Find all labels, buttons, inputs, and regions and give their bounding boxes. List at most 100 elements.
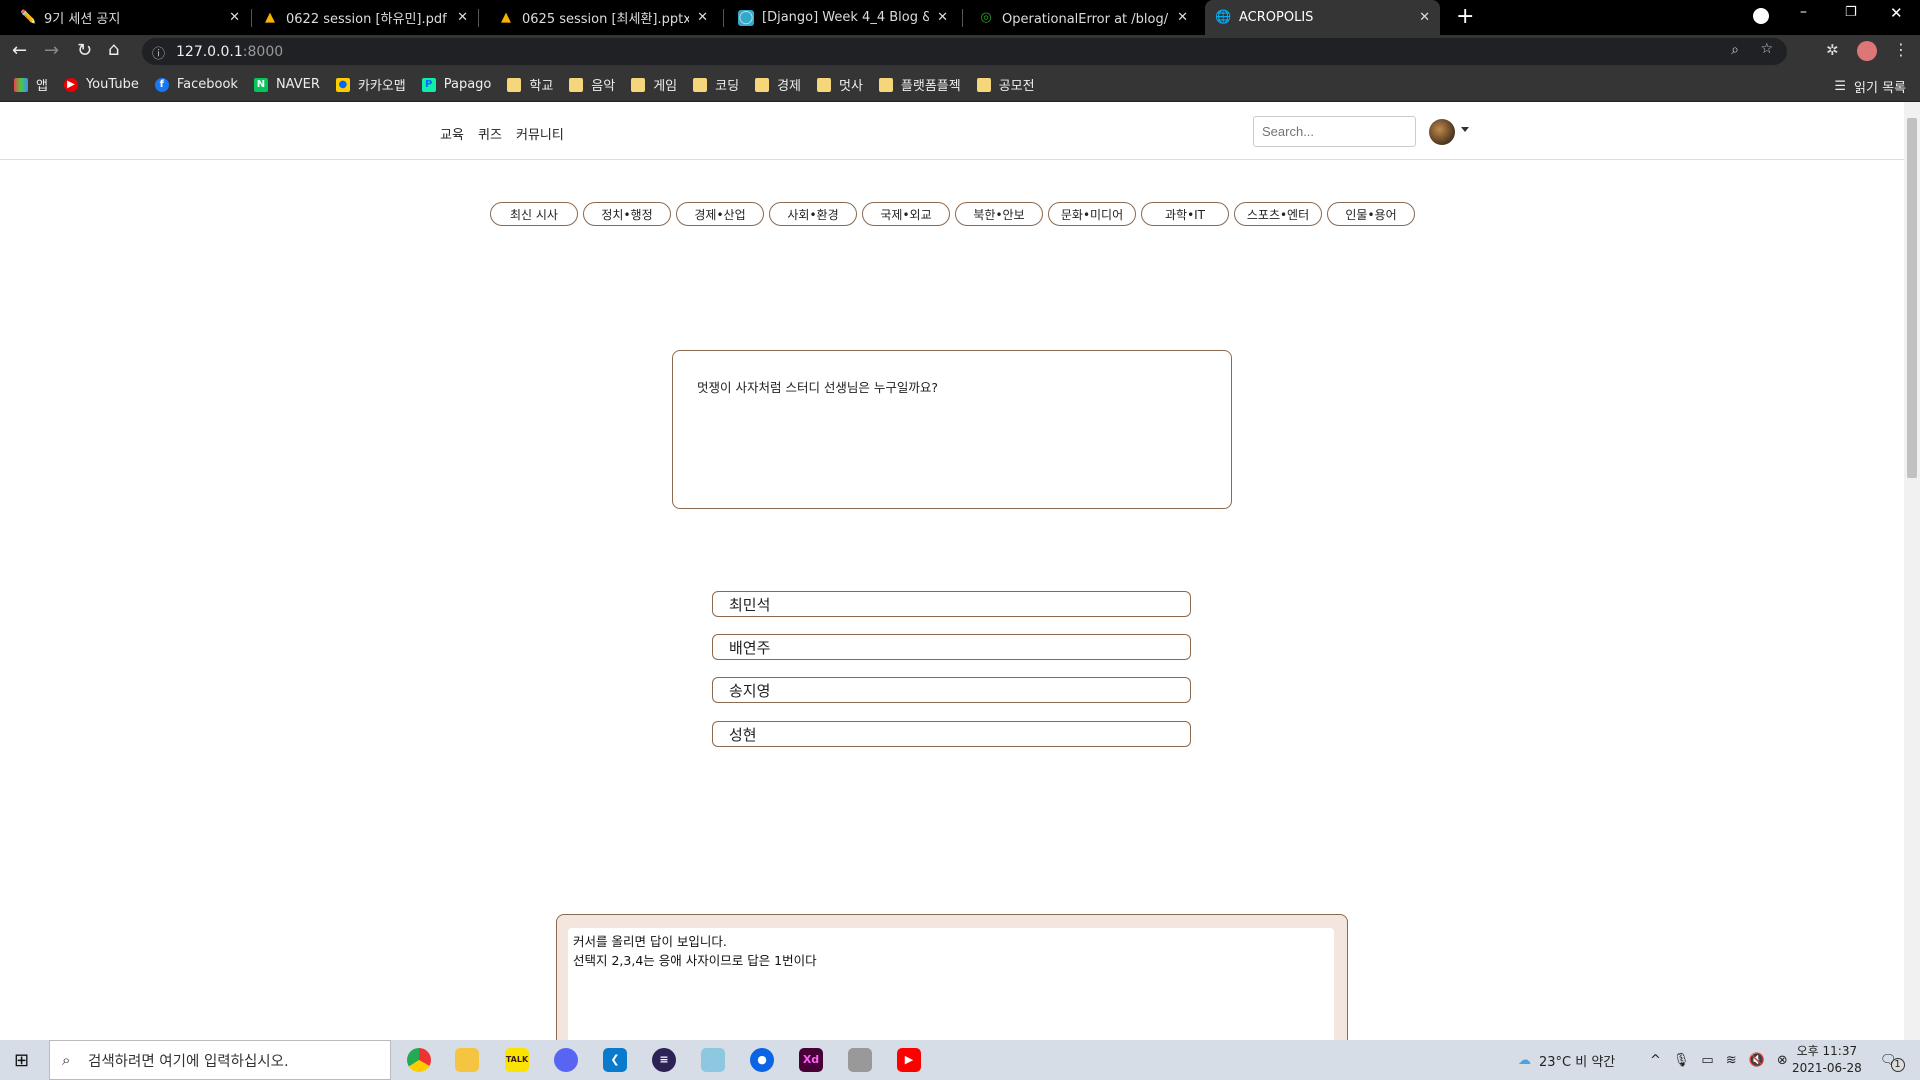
forward-button[interactable]: →: [44, 40, 59, 61]
adobe-xd-icon[interactable]: Xd: [799, 1048, 823, 1072]
scrollbar-thumb[interactable]: [1907, 118, 1917, 478]
globe-icon: 🌐: [1215, 9, 1232, 25]
unity-icon[interactable]: [848, 1048, 872, 1072]
category-button[interactable]: 북한•안보: [955, 202, 1043, 226]
bookmarks-bar: 앱 ▶ YouTube f Facebook N NAVER ● 카카오맵 P Papag…: [0, 68, 1920, 102]
folder-icon: [693, 77, 708, 92]
reload-button[interactable]: ↻: [77, 40, 92, 61]
nav-link-community[interactable]: 커뮤니티: [516, 124, 564, 143]
tab-active[interactable]: 🌐 ACROPOLIS ✕: [1205, 0, 1440, 35]
category-button[interactable]: 경제•산업: [676, 202, 764, 226]
tab[interactable]: ▲0625 session [최세환].pptx - Go✕: [488, 0, 718, 35]
category-button[interactable]: 사회•환경: [769, 202, 857, 226]
google-drive-icon: ▲: [265, 9, 275, 25]
bookmark-star-icon[interactable]: ☆: [1760, 41, 1773, 57]
close-window-button[interactable]: ✕: [1890, 4, 1903, 22]
choice-2[interactable]: 배연주: [712, 634, 1191, 660]
file-explorer-icon[interactable]: [455, 1048, 479, 1072]
bookmark-folder[interactable]: 플랫폼플젝: [878, 75, 961, 94]
notification-center[interactable]: 🗨 1: [1880, 1040, 1905, 1080]
close-tab-icon[interactable]: ✕: [1177, 10, 1188, 25]
category-button[interactable]: 과학•IT: [1141, 202, 1229, 226]
chrome-icon[interactable]: [407, 1048, 431, 1072]
answer-hint: 커서를 올리면 답이 보입니다.: [573, 934, 727, 949]
bookmark-folder[interactable]: 멋사: [816, 75, 863, 94]
category-button[interactable]: 정치•행정: [583, 202, 671, 226]
category-button[interactable]: 문화•미디어: [1048, 202, 1136, 226]
reading-list-button[interactable]: ☰ 읽기 목록: [1834, 77, 1906, 96]
page-scrollbar[interactable]: [1904, 102, 1920, 1040]
category-button[interactable]: 인물•용어: [1327, 202, 1415, 226]
bookmark-folder[interactable]: 음악: [569, 75, 615, 94]
minimize-button[interactable]: –: [1800, 4, 1807, 20]
bookmark-youtube[interactable]: ▶ YouTube: [63, 77, 139, 92]
close-tab-icon[interactable]: ✕: [937, 10, 948, 25]
tab[interactable]: ▲0622 session [하유민].pdf - Goo✕: [252, 0, 478, 35]
reading-list-icon: ☰: [1834, 79, 1847, 94]
clock[interactable]: 오후 11:37 2021-06-28: [1792, 1040, 1862, 1080]
notepad-icon[interactable]: [701, 1048, 725, 1072]
bookmark-apps[interactable]: 앱: [14, 75, 48, 94]
bookmark-papago[interactable]: P Papago: [421, 77, 491, 92]
tab[interactable]: ✏️ 9기 세션 공지 ✕: [10, 0, 250, 35]
profile-avatar[interactable]: [1857, 41, 1877, 61]
answer-box[interactable]: 커서를 올리면 답이 보입니다. 선택지 2,3,4는 응애 사자이므로 답은 …: [556, 914, 1348, 1054]
choice-1[interactable]: 최민석: [712, 591, 1191, 617]
folder-icon: [631, 77, 646, 92]
close-tab-icon[interactable]: ✕: [1419, 10, 1430, 25]
windows-start-icon[interactable]: ⊞: [14, 1050, 29, 1071]
volume-muted-icon[interactable]: 🔇: [1749, 1053, 1765, 1068]
search-input[interactable]: [1253, 116, 1416, 147]
browser-toolbar: ← → ↻ ⌂ ⓘ 127.0.0.1:8000 ⌕ ☆ ✲ ⋮: [0, 35, 1920, 68]
folder-icon: [816, 77, 831, 92]
close-tab-icon[interactable]: ✕: [229, 10, 240, 25]
zoom-icon[interactable]: ⌕: [1731, 42, 1739, 58]
bookmark-folder[interactable]: 학교: [507, 75, 553, 94]
profile-menu-icon[interactable]: [1753, 8, 1769, 24]
nav-link-education[interactable]: 교육: [440, 124, 464, 143]
bookmark-kakaomap[interactable]: ● 카카오맵: [335, 75, 406, 94]
bookmark-folder[interactable]: 공모전: [976, 75, 1035, 94]
tab[interactable]: ◎OperationalError at /blog/ 오류✕: [968, 0, 1198, 35]
category-button[interactable]: 최신 시사: [490, 202, 578, 226]
folder-icon: [507, 77, 522, 92]
category-button[interactable]: 국제•외교: [862, 202, 950, 226]
new-tab-button[interactable]: +: [1456, 4, 1474, 29]
eclipse-icon[interactable]: ≡: [652, 1048, 676, 1072]
bookmark-facebook[interactable]: f Facebook: [154, 77, 238, 92]
youtube-app-icon[interactable]: ▶: [897, 1048, 921, 1072]
close-tab-icon[interactable]: ✕: [457, 10, 468, 25]
bookmark-folder[interactable]: 코딩: [693, 75, 739, 94]
home-button[interactable]: ⌂: [108, 39, 119, 60]
category-button[interactable]: 스포츠•엔터: [1234, 202, 1322, 226]
weather-widget[interactable]: ☁ 23°C 비 약간: [1518, 1040, 1615, 1080]
menu-icon[interactable]: ⋮: [1893, 40, 1909, 59]
battery-icon[interactable]: ▭: [1701, 1053, 1713, 1068]
nav-link-quiz[interactable]: 퀴즈: [478, 124, 502, 143]
vscode-icon[interactable]: ❮: [603, 1048, 627, 1072]
taskbar-search[interactable]: ⌕ 검색하려면 여기에 입력하십시오.: [49, 1040, 391, 1080]
restore-button[interactable]: ❐: [1845, 5, 1857, 20]
tab[interactable]: ◯[Django] Week 4_4 Blog & Portf✕: [728, 0, 958, 35]
user-avatar[interactable]: [1429, 119, 1455, 145]
papago-icon: P: [421, 77, 436, 92]
kakaotalk-icon[interactable]: TALK: [505, 1048, 529, 1072]
choice-3[interactable]: 송지영: [712, 677, 1191, 703]
bookmark-folder[interactable]: 게임: [631, 75, 677, 94]
kakaomap-icon: ●: [335, 77, 350, 92]
wifi-icon[interactable]: ≋: [1726, 1053, 1737, 1068]
close-tab-icon[interactable]: ✕: [697, 10, 708, 25]
status-icon[interactable]: ⊗: [1777, 1053, 1788, 1068]
caret-down-icon[interactable]: [1461, 127, 1469, 132]
chevron-up-icon[interactable]: ^: [1650, 1053, 1661, 1068]
bookmark-folder[interactable]: 경제: [755, 75, 801, 94]
answer-text: 선택지 2,3,4는 응애 사자이므로 답은 1번이다: [573, 953, 817, 968]
extensions-icon[interactable]: ✲: [1826, 41, 1839, 59]
discord-icon[interactable]: [554, 1048, 578, 1072]
choice-4[interactable]: 성현: [712, 721, 1191, 747]
microphone-icon[interactable]: 🎙: [1673, 1053, 1690, 1068]
back-button[interactable]: ←: [12, 40, 27, 61]
address-bar[interactable]: ⓘ 127.0.0.1:8000 ⌕ ☆: [142, 38, 1787, 65]
bookmark-naver[interactable]: N NAVER: [253, 77, 320, 92]
maps-icon[interactable]: ●: [750, 1048, 774, 1072]
